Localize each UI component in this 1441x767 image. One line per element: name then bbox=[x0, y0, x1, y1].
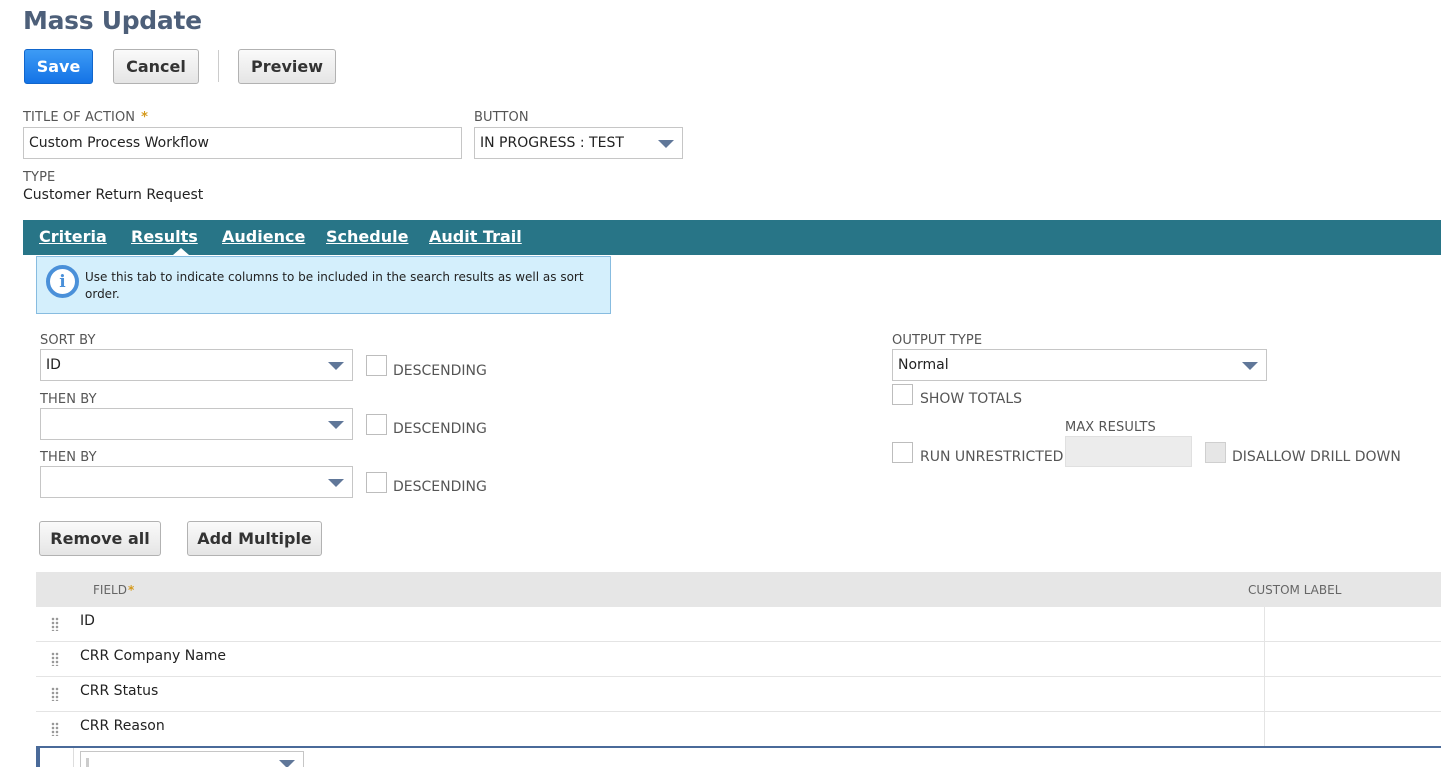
tab-results[interactable]: Results bbox=[131, 227, 198, 246]
row-field: CRR Company Name bbox=[80, 648, 227, 664]
new-row-editor[interactable] bbox=[36, 746, 1441, 767]
descending-label: DESCENDING bbox=[393, 363, 487, 379]
chevron-down-icon bbox=[279, 760, 295, 767]
table-row[interactable]: CRR Company Name bbox=[36, 642, 1441, 677]
show-totals-checkbox[interactable] bbox=[892, 384, 913, 405]
sort-by-label: SORT BY bbox=[40, 333, 96, 348]
chevron-down-icon bbox=[1242, 362, 1258, 370]
output-type-select[interactable]: Normal bbox=[892, 349, 1267, 381]
sort-by-select[interactable]: ID bbox=[40, 349, 353, 381]
drag-handle-icon[interactable] bbox=[51, 722, 59, 736]
tab-bar: Criteria Results Audience Schedule Audit… bbox=[23, 220, 1441, 255]
output-type-label: OUTPUT TYPE bbox=[892, 333, 983, 348]
max-results-input[interactable] bbox=[1065, 436, 1192, 467]
drag-handle-icon[interactable] bbox=[51, 687, 59, 701]
button-select[interactable]: IN PROGRESS : TEST bbox=[474, 127, 683, 159]
page-title: Mass Update bbox=[23, 6, 202, 35]
new-field-select[interactable] bbox=[80, 751, 304, 767]
field-column-header: FIELD* bbox=[93, 583, 135, 597]
title-of-action-input[interactable]: Custom Process Workflow bbox=[23, 127, 462, 159]
then-by-select-2[interactable] bbox=[40, 466, 353, 498]
sort-by-value: ID bbox=[46, 357, 61, 373]
remove-all-button[interactable]: Remove all bbox=[39, 521, 161, 556]
tab-schedule[interactable]: Schedule bbox=[326, 227, 408, 246]
required-asterisk: * bbox=[141, 110, 149, 125]
edit-row-indicator bbox=[36, 748, 40, 767]
type-label: TYPE bbox=[23, 170, 56, 185]
then-by-2-descending-checkbox[interactable] bbox=[366, 472, 387, 493]
table-row[interactable]: ID bbox=[36, 607, 1441, 642]
required-asterisk: * bbox=[127, 583, 135, 597]
table-row[interactable]: CRR Reason bbox=[36, 712, 1441, 747]
max-results-label: MAX RESULTS bbox=[1065, 420, 1156, 435]
descending-label: DESCENDING bbox=[393, 479, 487, 495]
table-row[interactable]: CRR Status bbox=[36, 677, 1441, 712]
then-by-1-descending-checkbox[interactable] bbox=[366, 414, 387, 435]
button-label: BUTTON bbox=[474, 110, 529, 125]
column-divider bbox=[1264, 607, 1265, 642]
cancel-button[interactable]: Cancel bbox=[113, 49, 199, 84]
then-by-label: THEN BY bbox=[40, 392, 97, 407]
show-totals-label: SHOW TOTALS bbox=[920, 391, 1023, 407]
text-cursor bbox=[86, 758, 89, 767]
drag-handle-icon[interactable] bbox=[51, 617, 59, 631]
disallow-drill-down-checkbox[interactable] bbox=[1205, 442, 1226, 463]
type-value: Customer Return Request bbox=[23, 187, 204, 203]
column-divider bbox=[1264, 677, 1265, 712]
preview-button[interactable]: Preview bbox=[238, 49, 336, 84]
run-unrestricted-label: RUN UNRESTRICTED bbox=[920, 449, 1064, 465]
run-unrestricted-checkbox[interactable] bbox=[892, 442, 913, 463]
title-of-action-label: TITLE OF ACTION * bbox=[23, 110, 149, 125]
chevron-down-icon bbox=[658, 140, 674, 148]
info-message: i Use this tab to indicate columns to be… bbox=[36, 256, 611, 314]
chevron-down-icon bbox=[328, 479, 344, 487]
chevron-down-icon bbox=[328, 362, 344, 370]
custom-label-column-header: CUSTOM LABEL bbox=[1248, 583, 1342, 597]
save-button[interactable]: Save bbox=[24, 49, 93, 84]
disallow-drill-down-label: DISALLOW DRILL DOWN bbox=[1232, 449, 1401, 465]
descending-label: DESCENDING bbox=[393, 421, 487, 437]
column-divider bbox=[1264, 712, 1265, 747]
active-tab-indicator bbox=[173, 248, 189, 255]
output-type-value: Normal bbox=[898, 357, 949, 373]
then-by-select-1[interactable] bbox=[40, 408, 353, 440]
then-by-label: THEN BY bbox=[40, 450, 97, 465]
results-table-header: FIELD* CUSTOM LABEL bbox=[36, 572, 1441, 607]
button-select-value: IN PROGRESS : TEST bbox=[480, 135, 624, 151]
tab-criteria[interactable]: Criteria bbox=[39, 227, 107, 246]
column-divider bbox=[73, 748, 74, 767]
tab-audit-trail[interactable]: Audit Trail bbox=[429, 227, 522, 246]
toolbar-separator bbox=[218, 50, 219, 82]
sort-by-descending-checkbox[interactable] bbox=[366, 355, 387, 376]
tab-audience[interactable]: Audience bbox=[222, 227, 305, 246]
row-field: ID bbox=[80, 613, 95, 629]
chevron-down-icon bbox=[328, 421, 344, 429]
add-multiple-button[interactable]: Add Multiple bbox=[187, 521, 322, 556]
info-text: Use this tab to indicate columns to be i… bbox=[85, 270, 584, 301]
column-divider bbox=[1264, 642, 1265, 677]
row-field: CRR Status bbox=[80, 683, 159, 699]
drag-handle-icon[interactable] bbox=[51, 652, 59, 666]
info-icon: i bbox=[46, 265, 79, 298]
row-field: CRR Reason bbox=[80, 718, 165, 734]
